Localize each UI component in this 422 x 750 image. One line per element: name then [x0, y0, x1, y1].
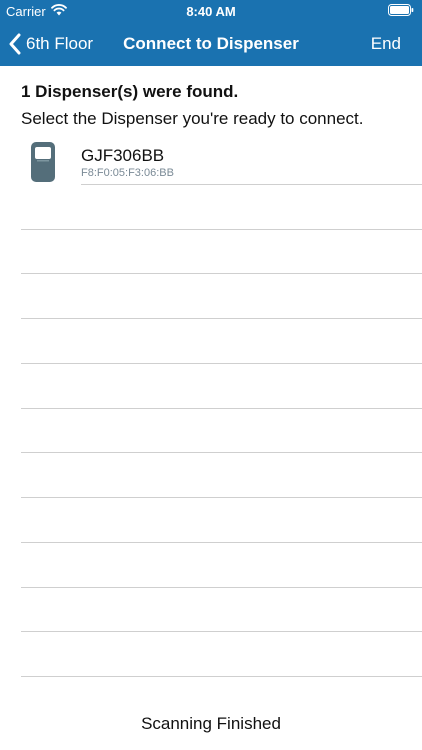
row-divider [21, 587, 422, 588]
row-divider [21, 676, 422, 677]
row-divider [21, 452, 422, 453]
row-divider [21, 497, 422, 498]
row-divider [21, 229, 422, 230]
row-divider [21, 273, 422, 274]
row-divider [21, 363, 422, 364]
header: Carrier 8:40 AM 6th Floor Connect to Dis… [0, 0, 422, 66]
row-divider [81, 184, 422, 185]
row-divider [21, 631, 422, 632]
dispenser-mac-address: F8:F0:05:F3:06:BB [81, 167, 174, 179]
dispenser-row[interactable]: GJF306BB F8:F0:05:F3:06:BB [0, 138, 422, 184]
instructions-text: Select the Dispenser you're ready to con… [21, 109, 364, 128]
nav-title: Connect to Dispenser [123, 34, 299, 53]
end-button[interactable]: End [371, 22, 401, 66]
scanning-status: Scanning Finished [141, 714, 281, 733]
status-bar: Carrier 8:40 AM [0, 0, 422, 22]
back-button-label: 6th Floor [26, 34, 94, 53]
row-divider [21, 408, 422, 409]
row-divider [21, 542, 422, 543]
dispenser-icon [31, 142, 55, 182]
status-time: 8:40 AM [186, 4, 236, 19]
back-button[interactable]: 6th Floor [8, 22, 93, 66]
dispenser-name: GJF306BB [81, 146, 165, 165]
row-divider [21, 318, 422, 319]
nav-bar: 6th Floor Connect to Dispenser End [0, 22, 422, 66]
found-count-title: 1 Dispenser(s) were found. [21, 82, 239, 101]
battery-icon [388, 4, 414, 16]
chevron-left-icon [9, 33, 21, 55]
